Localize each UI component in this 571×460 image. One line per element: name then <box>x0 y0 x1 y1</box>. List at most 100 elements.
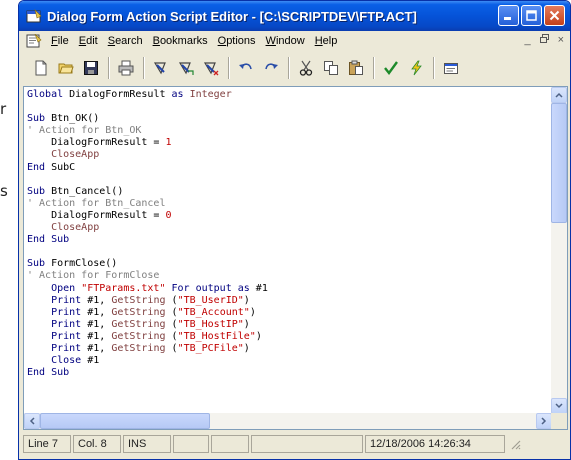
menu-item-search[interactable]: Search <box>103 35 148 47</box>
resize-grip-icon[interactable] <box>509 438 521 450</box>
redo-button[interactable] <box>259 56 283 80</box>
code-token: #1 <box>255 282 268 294</box>
background-text-r: r <box>0 100 7 118</box>
code-line: Print #1, GetString ("TB_UserID") <box>27 295 552 307</box>
code-token: ) <box>243 318 250 330</box>
code-token: #1, <box>87 306 112 318</box>
title-bar[interactable]: Dialog Form Action Script Editor - [C:\S… <box>19 1 570 31</box>
scroll-left-button[interactable] <box>24 413 40 429</box>
code-token: #1, <box>87 294 112 306</box>
print-button[interactable] <box>114 56 138 80</box>
restore-icon <box>539 34 549 43</box>
menu-item-file[interactable]: File <box>46 35 74 47</box>
maximize-button[interactable] <box>521 5 542 26</box>
code-token: "TB_UserID" <box>177 294 244 306</box>
code-line: ' Action for Btn_OK <box>27 125 552 137</box>
close-button[interactable] <box>544 5 565 26</box>
code-token: 1 <box>165 137 172 149</box>
mdi-restore-button[interactable] <box>539 34 549 46</box>
undo-button[interactable] <box>234 56 258 80</box>
bookmark-clear-icon <box>203 62 219 76</box>
code-token: ) <box>255 330 262 342</box>
code-token: Sub <box>27 185 52 197</box>
menu-item-options[interactable]: Options <box>213 35 261 47</box>
code-token: Print <box>27 330 88 342</box>
code-token: "TB_HostFile" <box>177 330 256 342</box>
menu-item-help[interactable]: Help <box>310 35 343 47</box>
scroll-down-button[interactable] <box>551 398 567 414</box>
code-line: Print #1, GetString ("TB_HostFile") <box>27 331 552 343</box>
paste-icon <box>349 60 363 75</box>
code-token: End Sub <box>27 234 70 246</box>
code-token: Btn_OK() <box>51 113 100 125</box>
code-line: CloseApp <box>27 222 552 234</box>
paste-button[interactable] <box>344 56 368 80</box>
code-line: Print #1, GetString ("TB_PCFile") <box>27 343 552 355</box>
bookmark-clear-button[interactable] <box>199 56 223 80</box>
code-line: DialogFormResult = 0 <box>27 210 552 222</box>
copy-button[interactable] <box>319 56 343 80</box>
cut-button[interactable] <box>294 56 318 80</box>
code-line: DialogFormResult = 1 <box>27 137 552 149</box>
code-line: Close #1 <box>27 355 552 367</box>
vertical-scrollbar[interactable] <box>551 87 567 414</box>
code-line: End Sub <box>27 234 552 246</box>
open-folder-icon <box>58 63 74 74</box>
code-token: as <box>171 89 190 100</box>
undo-icon <box>239 63 252 70</box>
horizontal-scrollbar[interactable] <box>24 413 552 429</box>
code-token: GetString <box>111 306 172 318</box>
mdi-minimize-button[interactable]: _ <box>524 34 530 46</box>
code-token: Global <box>27 89 70 100</box>
menu-item-bookmarks[interactable]: Bookmarks <box>148 35 213 47</box>
menu-bar: File Edit Search Bookmarks Options Window Help… <box>19 31 570 51</box>
code-token: Sub <box>27 258 52 270</box>
code-line: End SubC <box>27 162 552 174</box>
code-token: SubC <box>51 161 76 173</box>
open-button[interactable] <box>54 56 78 80</box>
check-syntax-icon <box>384 61 398 75</box>
scroll-up-button[interactable] <box>551 87 567 103</box>
code-token: GetString <box>111 294 172 306</box>
code-token: Close <box>27 355 88 367</box>
code-token: "TB_Account" <box>177 306 250 318</box>
cut-icon <box>299 60 313 76</box>
run-button[interactable] <box>404 56 428 80</box>
mdi-close-button[interactable]: × <box>558 34 564 46</box>
code-area[interactable]: Global DialogFormResult as Integer Sub Bt… <box>24 87 552 414</box>
properties-button[interactable] <box>439 56 463 80</box>
code-editor[interactable]: Global DialogFormResult as Integer Sub Bt… <box>23 86 568 430</box>
code-line: Sub FormClose() <box>27 258 552 270</box>
code-token: Print <box>27 342 88 354</box>
menu-item-edit[interactable]: Edit <box>74 35 103 47</box>
chevron-down-icon <box>555 403 563 409</box>
bookmark-toggle-icon <box>153 62 166 75</box>
print-icon <box>118 60 134 76</box>
status-bar: Line 7 Col. 8 INS 12/18/2006 14:26:34 <box>23 433 568 455</box>
bookmark-next-button[interactable] <box>174 56 198 80</box>
vertical-scroll-thumb[interactable] <box>551 103 567 223</box>
scrollbar-corner <box>551 413 567 429</box>
copy-icon <box>324 61 338 75</box>
code-token: Open <box>27 282 82 294</box>
bookmark-toggle-button[interactable] <box>149 56 173 80</box>
status-panel-empty <box>251 435 363 453</box>
new-button[interactable] <box>29 56 53 80</box>
window-title: Dialog Form Action Script Editor - [C:\S… <box>47 8 417 24</box>
redo-icon <box>265 63 278 70</box>
minimize-button[interactable] <box>498 5 519 26</box>
code-line: Print #1, GetString ("TB_Account") <box>27 307 552 319</box>
code-token: DialogFormResult = <box>27 137 166 149</box>
code-token: For output as <box>165 282 256 294</box>
code-token: "FTParams.txt" <box>81 282 166 294</box>
horizontal-scroll-thumb[interactable] <box>40 413 210 429</box>
check-syntax-button[interactable] <box>379 56 403 80</box>
code-line: CloseApp <box>27 149 552 161</box>
menu-item-window[interactable]: Window <box>261 35 310 47</box>
code-token: GetString <box>111 318 172 330</box>
scroll-right-button[interactable] <box>536 413 552 429</box>
close-icon <box>549 10 560 21</box>
status-insert-mode: INS <box>123 435 171 453</box>
save-button[interactable] <box>79 56 103 80</box>
